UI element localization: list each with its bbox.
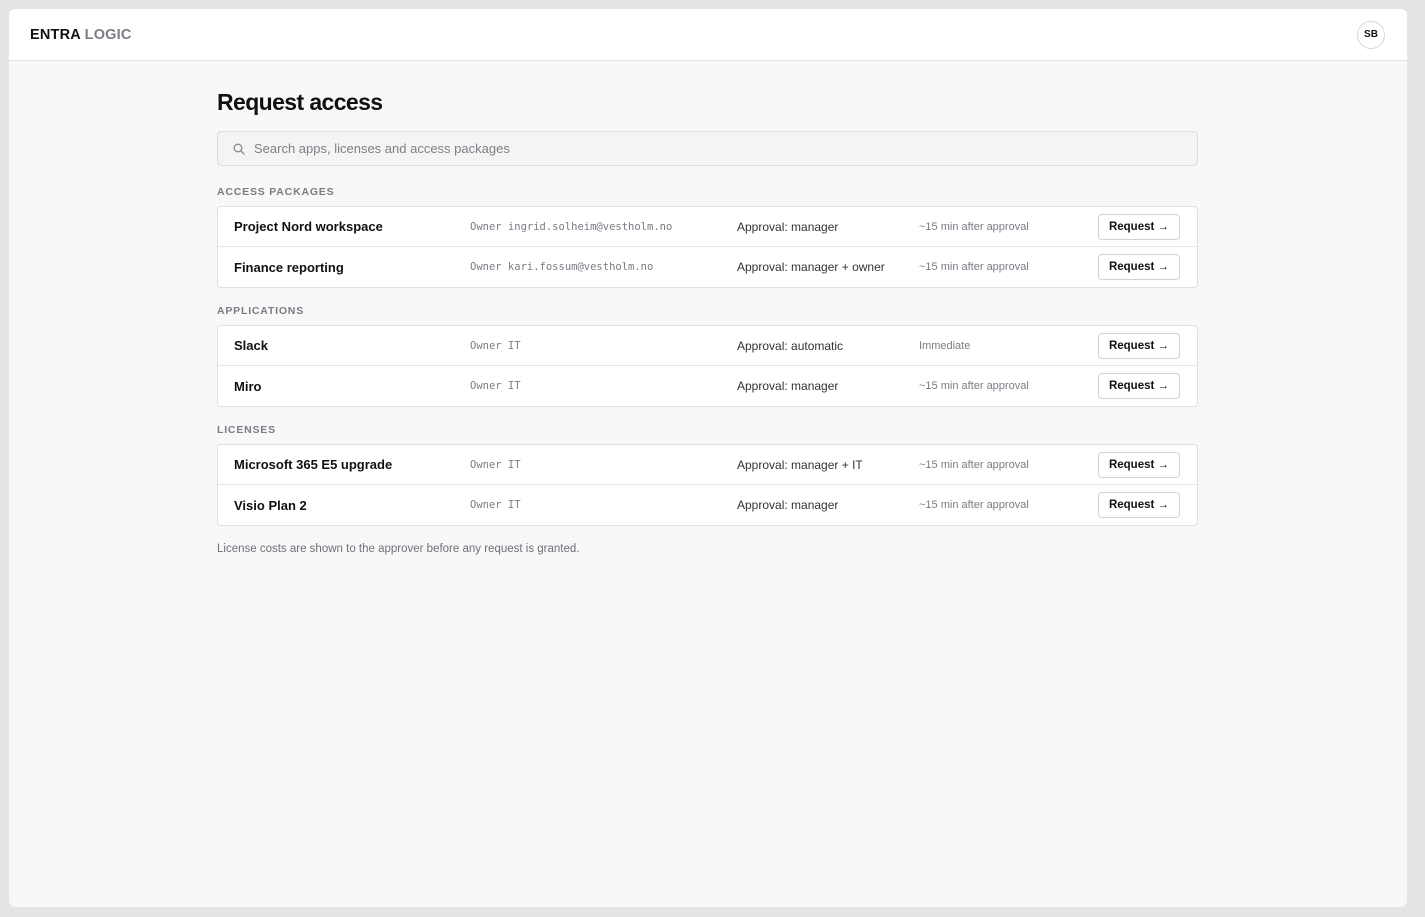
item-approval: Approval: automatic	[737, 338, 844, 353]
request-button[interactable]: Request →	[1098, 451, 1180, 478]
brand-part-2: LOGIC	[84, 26, 132, 43]
list-item: Finance reporting Owner kari.fossum@vest…	[218, 247, 1197, 287]
item-eta: ~15 min after approval	[919, 499, 1029, 511]
request-button[interactable]: Request →	[1098, 373, 1180, 399]
app-window: ENTRA LOGIC SB Request access Access pac…	[9, 9, 1407, 907]
licenses-list: Microsoft 365 E5 upgrade Owner IT Approv…	[217, 444, 1198, 526]
item-approval: Approval: manager	[737, 379, 839, 393]
item-eta: ~15 min after approval	[919, 458, 1029, 471]
main-content: Request access Access packages Project N…	[217, 61, 1198, 555]
list-item: Project Nord workspace Owner ingrid.solh…	[218, 207, 1197, 247]
search-input[interactable]	[254, 132, 1197, 165]
item-owner: Owner kari.fossum@vestholm.no	[470, 261, 654, 273]
item-eta: ~15 min after approval	[919, 220, 1029, 233]
item-eta: ~15 min after approval	[919, 261, 1029, 273]
search-box[interactable]	[217, 131, 1198, 166]
item-approval: Approval: manager	[737, 498, 839, 512]
list-item: Microsoft 365 E5 upgrade Owner IT Approv…	[218, 445, 1197, 485]
item-name: Finance reporting	[234, 259, 344, 275]
section-title-licenses: Licenses	[217, 424, 276, 436]
item-owner: Owner ingrid.solheim@vestholm.no	[470, 220, 673, 233]
item-owner: Owner IT	[470, 458, 521, 471]
applications-list: Slack Owner IT Approval: automatic Immed…	[217, 325, 1198, 407]
item-owner: Owner IT	[470, 380, 521, 392]
item-name: Slack	[234, 338, 268, 353]
item-name: Visio Plan 2	[234, 497, 307, 513]
item-approval: Approval: manager + owner	[737, 260, 885, 274]
item-owner: Owner IT	[470, 339, 521, 352]
user-avatar[interactable]: SB	[1357, 20, 1385, 49]
top-bar: ENTRA LOGIC SB	[9, 9, 1407, 61]
page-title: Request access	[217, 89, 383, 115]
footnote: License costs are shown to the approver …	[217, 543, 580, 555]
item-approval: Approval: manager	[737, 219, 839, 234]
request-button[interactable]: Request →	[1098, 492, 1180, 518]
section-title-applications: Applications	[217, 305, 304, 317]
item-eta: Immediate	[919, 339, 971, 352]
request-button[interactable]: Request →	[1098, 254, 1180, 280]
item-eta: ~15 min after approval	[919, 380, 1029, 392]
list-item: Slack Owner IT Approval: automatic Immed…	[218, 326, 1197, 366]
brand-logo[interactable]: ENTRA LOGIC	[30, 27, 132, 43]
search-icon	[233, 143, 245, 155]
section-title-access-packages: Access packages	[217, 186, 335, 198]
access-packages-list: Project Nord workspace Owner ingrid.solh…	[217, 206, 1198, 288]
item-name: Project Nord workspace	[234, 219, 383, 234]
list-item: Visio Plan 2 Owner IT Approval: manager …	[218, 485, 1197, 525]
item-owner: Owner IT	[470, 499, 521, 511]
item-approval: Approval: manager + IT	[737, 457, 863, 472]
list-item: Miro Owner IT Approval: manager ~15 min …	[218, 366, 1197, 406]
item-name: Miro	[234, 378, 262, 394]
request-button[interactable]: Request →	[1098, 332, 1180, 359]
item-name: Microsoft 365 E5 upgrade	[234, 457, 393, 472]
brand-part-1: ENTRA	[30, 26, 81, 43]
request-button[interactable]: Request →	[1098, 213, 1180, 240]
